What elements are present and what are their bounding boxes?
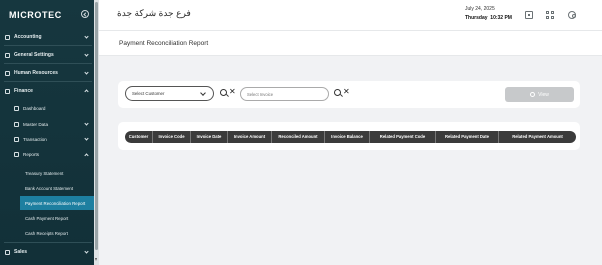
logo: MICROTEC <box>9 10 62 20</box>
column-header: Related Payment Code <box>370 131 436 143</box>
chevron-down-icon <box>84 34 89 39</box>
table-header-row: Customer Invoice Code Invoice Date Invoi… <box>125 131 576 143</box>
invoice-input[interactable] <box>240 87 329 101</box>
nav-finance-label: Finance <box>14 88 33 94</box>
invoice-search-icon[interactable] <box>334 89 341 96</box>
chevron-up-icon <box>84 152 89 158</box>
nav-general-settings[interactable]: General Settings <box>0 48 94 62</box>
customer-select[interactable]: Select Customer <box>125 86 214 101</box>
nav-general-settings-label: General Settings <box>14 52 54 58</box>
divider <box>4 81 92 82</box>
customer-clear-icon[interactable]: ✕ <box>229 87 236 97</box>
divider <box>4 45 92 46</box>
customer-search-icon[interactable] <box>220 89 227 96</box>
collapse-sidebar-icon[interactable] <box>81 10 89 18</box>
report-bank-account-statement[interactable]: Bank Account Statement <box>0 181 94 195</box>
column-header: Invoice Balance <box>325 131 370 143</box>
transaction-icon <box>14 137 19 142</box>
current-time: 10:32 PM <box>490 15 512 21</box>
sidebar: MICROTEC Accounting General Settings Hum… <box>0 0 99 265</box>
column-header: Customer <box>125 131 153 143</box>
column-header: Reconciled Amount <box>272 131 325 143</box>
report-cash-receipts-label: Cash Receipts Report <box>25 230 68 236</box>
nav-sales[interactable]: Sales <box>0 245 94 259</box>
brand: MICROTEC <box>0 0 99 30</box>
nav-sales-label: Sales <box>14 249 28 255</box>
nav-human-resources[interactable]: Human Resources <box>0 66 94 80</box>
chevron-down-icon <box>84 121 89 126</box>
report-cash-receipts[interactable]: Cash Receipts Report <box>0 226 94 240</box>
company-branch-name: فرع جدة شركة جدة <box>117 8 191 18</box>
current-date: July 24, 2025 <box>465 6 495 12</box>
invoice-clear-icon[interactable]: ✕ <box>343 87 350 97</box>
chevron-up-icon <box>84 89 89 94</box>
nav-accounting-label: Accounting <box>14 34 42 40</box>
accounting-icon <box>5 34 10 40</box>
column-header: Invoice Amount <box>228 131 272 143</box>
divider <box>4 242 92 243</box>
dashboard-icon <box>14 106 19 111</box>
page-title: Payment Reconciliation Report <box>119 40 209 47</box>
chevron-down-icon <box>84 249 89 254</box>
sub-dashboard[interactable]: Dashboard <box>0 102 94 115</box>
filter-card: Select Customer ✕ ✕ View <box>118 81 580 108</box>
nav-finance[interactable]: Finance <box>0 84 94 98</box>
report-treasury-statement[interactable]: Treasury Statement <box>0 166 94 180</box>
scroll-down-arrow-icon[interactable] <box>95 258 97 261</box>
master-data-icon <box>14 122 19 127</box>
column-header: Invoice Date <box>191 131 228 143</box>
nav-accounting[interactable]: Accounting <box>0 30 94 44</box>
report-bank-account-statement-label: Bank Account Statement <box>25 185 74 191</box>
view-icon <box>530 92 536 97</box>
sub-reports-label: Reports <box>23 152 40 157</box>
settings-icon <box>5 52 10 58</box>
current-day: Thursday <box>465 15 488 21</box>
monitor-icon[interactable] <box>525 11 533 19</box>
top-header: فرع جدة شركة جدة July 24, 2025 Thursday … <box>99 0 602 30</box>
people-icon <box>5 70 10 76</box>
sub-transaction[interactable]: Transaction <box>0 133 94 146</box>
nav-human-resources-label: Human Resources <box>14 70 58 76</box>
column-header: Related Payment Date <box>436 131 499 143</box>
report-payment-reconciliation[interactable]: Payment Reconciliation Report <box>20 196 96 210</box>
reports-icon <box>14 152 19 157</box>
column-header: Invoice Code <box>153 131 191 143</box>
view-button-label: View <box>538 91 549 98</box>
divider <box>4 63 92 64</box>
sidebar-scroll-thumb[interactable] <box>95 2 98 250</box>
report-cash-payment[interactable]: Cash Payment Report <box>0 211 94 225</box>
customer-select-value: Select Customer <box>132 91 165 96</box>
chevron-down-icon <box>84 52 89 57</box>
sub-reports[interactable]: Reports <box>0 148 94 161</box>
user-profile-icon[interactable] <box>568 11 576 19</box>
sales-icon <box>5 249 10 255</box>
report-treasury-statement-label: Treasury Statement <box>25 170 64 176</box>
report-payment-reconciliation-label: Payment Reconciliation Report <box>25 200 86 206</box>
sub-master-data[interactable]: Master Data <box>0 118 94 131</box>
page-title-bar: Payment Reconciliation Report <box>99 30 602 56</box>
finance-icon <box>5 88 10 94</box>
chevron-down-icon <box>84 70 89 75</box>
report-cash-payment-label: Cash Payment Report <box>25 215 69 221</box>
apps-grid-icon[interactable] <box>546 11 554 19</box>
column-header: Related Payment Amount <box>512 134 563 139</box>
sub-master-data-label: Master Data <box>23 122 49 127</box>
sub-dashboard-label: Dashboard <box>23 106 46 111</box>
chevron-down-icon <box>200 90 206 96</box>
view-button[interactable]: View <box>505 87 574 102</box>
sub-transaction-label: Transaction <box>23 137 47 142</box>
current-day-time: Thursday 10:32 PM <box>465 15 512 21</box>
chevron-down-icon <box>84 136 89 141</box>
report-table-card: Customer Invoice Code Invoice Date Invoi… <box>118 122 580 150</box>
